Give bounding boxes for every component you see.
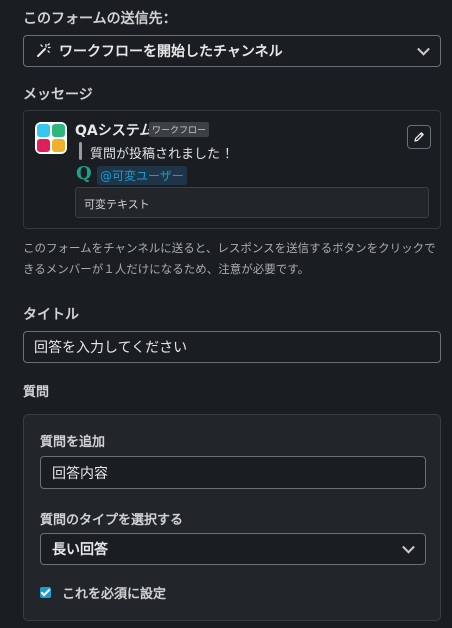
question-panel: 質問を追加 回答内容 質問のタイプを選択する 長い回答 これを必須に設定 [23,414,441,621]
destination-select[interactable]: ワークフローを開始したチャンネル [23,35,441,67]
question-type-select[interactable]: 長い回答 [40,533,426,565]
magic-wand-icon [35,43,51,59]
question-input-value: 回答内容 [52,465,108,482]
warning-note: このフォームをチャンネルに送ると、レスポンスを送信するボタンをクリックできるメン… [23,241,436,276]
workflow-form-editor: このフォームの送信先： ワークフローを開始したチャンネル メッセージ QAシステ… [0,0,452,628]
question-input[interactable]: 回答内容 [40,456,426,489]
chevron-down-icon [417,42,430,56]
title-input[interactable]: 回答を入力してください [23,331,441,363]
message-preview-card: QAシステム ワークフロー 質問が投稿されました ！ Q @可変ユーザー 可変テ… [23,110,441,229]
destination-selected-value: ワークフローを開始したチャンネル [59,44,283,60]
q-icon: Q [76,163,92,184]
variable-text-box: 可変テキスト [75,187,429,218]
user-mention[interactable]: @可変ユーザー [97,166,187,185]
destination-label: このフォームの送信先： [23,11,177,27]
quote-bar [79,142,82,160]
workflow-badge: ワークフロー [149,122,210,137]
pencil-icon [413,131,425,143]
quote-text: 質問が投稿されました ！ [90,147,238,162]
question-type-selected: 長い回答 [52,542,108,558]
title-input-value: 回答を入力してください [34,340,188,356]
required-checkbox-label[interactable]: これを必須に設定 [62,583,166,602]
question-type-label: 質問のタイプを選択する [40,513,184,528]
add-question-label: 質問を追加 [40,435,106,450]
message-label: メッセージ [23,87,93,103]
bot-name: QAシステム [75,123,154,139]
required-checkbox[interactable] [40,587,51,598]
chevron-down-icon [402,540,415,554]
app-logo-icon [35,122,67,154]
title-label: タイトル [23,307,79,323]
variable-text: 可変テキスト [84,198,150,211]
edit-message-button[interactable] [407,125,431,149]
question-section-label: 質問 [23,385,50,400]
